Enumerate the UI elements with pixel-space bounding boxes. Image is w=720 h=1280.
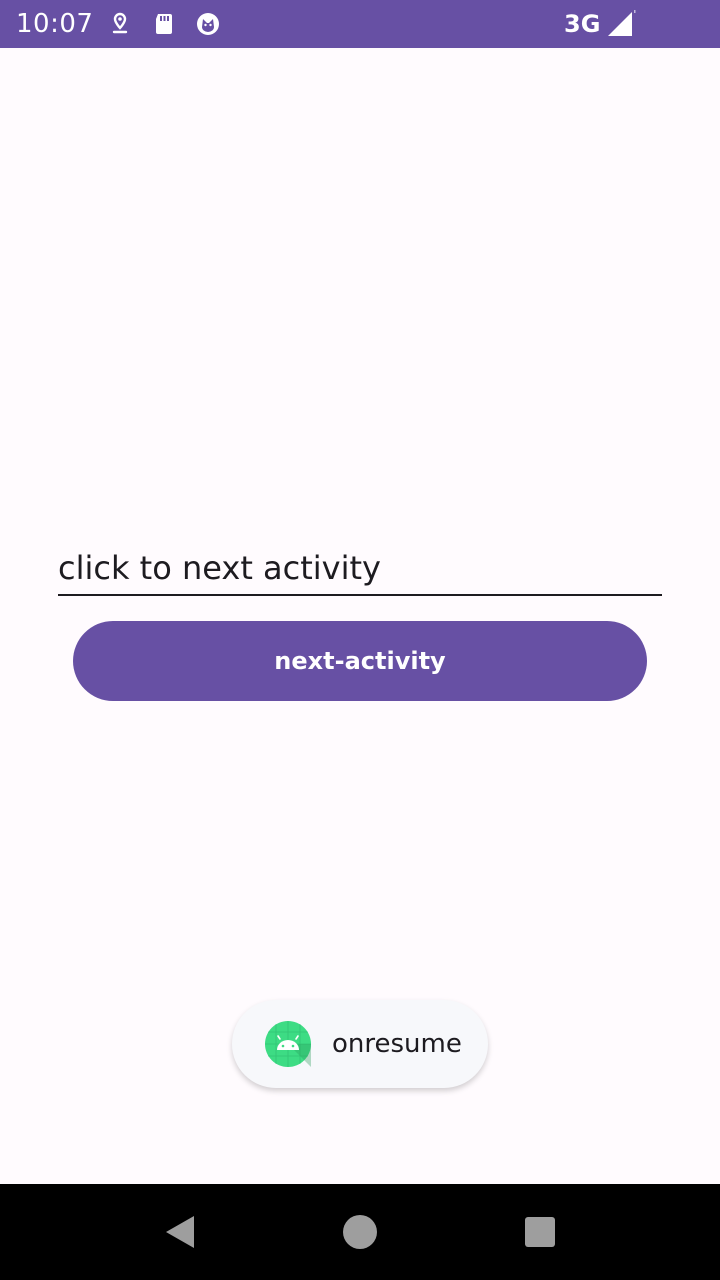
back-icon[interactable] bbox=[160, 1212, 200, 1252]
toast-message: onresume bbox=[232, 1000, 488, 1088]
sd-card-icon bbox=[150, 10, 178, 38]
app-screen: 10:07 3G click to next activity next-act… bbox=[0, 0, 720, 1280]
cat-app-icon bbox=[194, 10, 222, 38]
next-activity-button[interactable]: next-activity bbox=[73, 621, 647, 701]
network-type: 3G bbox=[564, 10, 601, 38]
status-bar: 10:07 3G bbox=[0, 0, 720, 48]
activity-edit-text[interactable] bbox=[58, 542, 662, 596]
status-time: 10:07 bbox=[16, 9, 94, 39]
signal-icon bbox=[606, 10, 636, 38]
recents-icon[interactable] bbox=[520, 1212, 560, 1252]
home-icon[interactable] bbox=[340, 1212, 380, 1252]
location-icon bbox=[106, 10, 134, 38]
navigation-bar bbox=[0, 1184, 720, 1280]
toast-text: onresume bbox=[332, 1029, 462, 1059]
android-icon bbox=[264, 1020, 312, 1068]
